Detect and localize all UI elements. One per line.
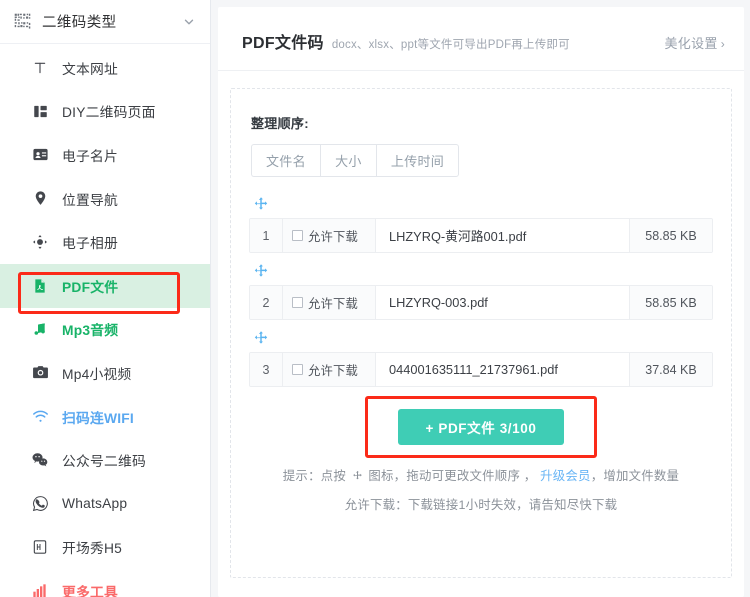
allow-download-checkbox[interactable]: 允许下载 [283, 286, 376, 319]
file-size: 58.85 KB [630, 286, 712, 319]
sidebar-item-label: DIY二维码页面 [62, 101, 156, 121]
drag-move-icon[interactable] [253, 330, 269, 346]
sidebar-header[interactable]: 二维码类型 [0, 0, 210, 44]
sidebar-item-label: 公众号二维码 [62, 450, 146, 470]
sort-by-upload-time-button[interactable]: 上传时间 [376, 144, 459, 177]
map-pin-icon [31, 190, 49, 208]
add-pdf-file-button[interactable]: + PDF文件 3/100 [398, 409, 564, 445]
sidebar-item-more-tools[interactable]: 更多工具 [0, 569, 210, 597]
sidebar-item-text-url[interactable]: 文本网址 [0, 46, 210, 90]
file-block: 2 允许下载 LHZYRQ-003.pdf 58.85 KB [249, 263, 713, 320]
wifi-icon [31, 408, 49, 426]
drag-move-icon[interactable] [253, 263, 269, 279]
sidebar-item-wechat-official[interactable]: 公众号二维码 [0, 438, 210, 482]
h5-box-icon [31, 538, 49, 556]
content-header: PDF文件码 docx、xlsx、ppt等文件可导出PDF再上传即可 美化设置› [218, 7, 744, 71]
allow-download-label: 允许下载 [308, 361, 358, 379]
sidebar-item-whatsapp[interactable]: WhatsApp [0, 482, 210, 526]
file-index: 1 [250, 219, 283, 252]
sidebar-item-label: 扫码连WIFI [62, 407, 134, 427]
sidebar-item-mp3[interactable]: Mp3音频 [0, 308, 210, 352]
sidebar-item-label: WhatsApp [62, 496, 127, 511]
camera-icon [31, 364, 49, 382]
file-name: 044001635111_21737961.pdf [376, 353, 630, 386]
text-t-icon [31, 59, 49, 77]
file-block: 1 允许下载 LHZYRQ-黄河路001.pdf 58.85 KB [249, 196, 713, 253]
id-card-icon [31, 146, 49, 164]
more-tools-icon [31, 582, 49, 597]
beautify-settings-link[interactable]: 美化设置› [665, 33, 726, 52]
hint-prefix: 提示：点按 [283, 469, 346, 483]
app-root: 二维码类型 文本网址 DIY二维码页面 [0, 0, 750, 597]
sidebar-item-business-card[interactable]: 电子名片 [0, 133, 210, 177]
sidebar-menu: 文本网址 DIY二维码页面 电子名片 位置导航 [0, 44, 210, 597]
photo-album-icon [31, 233, 49, 251]
allow-download-label: 允许下载 [308, 294, 358, 312]
sidebar-item-label: 电子相册 [62, 232, 118, 252]
chevron-right-icon: › [721, 37, 725, 51]
sidebar-item-diy-page[interactable]: DIY二维码页面 [0, 90, 210, 134]
file-size: 37.84 KB [630, 353, 712, 386]
sidebar-item-pdf[interactable]: PDF文件 [0, 264, 210, 308]
checkbox-box[interactable] [292, 230, 303, 241]
page-title: PDF文件码 [242, 29, 324, 53]
sidebar-header-title: 二维码类型 [42, 11, 182, 32]
pdf-file-icon [31, 277, 49, 295]
drag-move-icon[interactable] [253, 196, 269, 212]
upload-panel: 整理顺序: 文件名 大小 上传时间 1 [230, 88, 732, 578]
sidebar-item-location[interactable]: 位置导航 [0, 177, 210, 221]
qr-code-icon [14, 13, 31, 30]
main-content: PDF文件码 docx、xlsx、ppt等文件可导出PDF再上传即可 美化设置›… [211, 0, 750, 597]
sidebar-item-label: 位置导航 [62, 189, 118, 209]
table-row[interactable]: 2 允许下载 LHZYRQ-003.pdf 58.85 KB [249, 285, 713, 320]
sidebar-item-label: 开场秀H5 [62, 537, 122, 557]
sidebar-item-label: Mp4小视频 [62, 363, 131, 383]
hint-line-1: 提示：点按 图标，拖动可更改文件顺序 ， 升级会员，增加文件数量 [249, 466, 713, 484]
allow-download-checkbox[interactable]: 允许下载 [283, 219, 376, 252]
sidebar-item-mp4[interactable]: Mp4小视频 [0, 351, 210, 395]
sidebar-item-label: Mp3音频 [62, 319, 118, 339]
table-row[interactable]: 3 允许下载 044001635111_21737961.pdf 37.84 K… [249, 352, 713, 387]
whatsapp-icon [31, 495, 49, 513]
beautify-settings-label: 美化设置 [665, 36, 718, 51]
hint-line-2: 允许下载：下载链接1小时失效，请告知尽快下载 [249, 495, 713, 513]
file-size: 58.85 KB [630, 219, 712, 252]
hint-middle: 图标，拖动可更改文件顺序 ， [368, 469, 536, 483]
file-block: 3 允许下载 044001635111_21737961.pdf 37.84 K… [249, 330, 713, 387]
drag-move-icon-inline [352, 470, 363, 481]
sidebar-item-label: 更多工具 [62, 581, 118, 597]
sort-by-size-button[interactable]: 大小 [320, 144, 376, 177]
checkbox-box[interactable] [292, 364, 303, 375]
file-name: LHZYRQ-黄河路001.pdf [376, 219, 630, 252]
sidebar-item-label: 文本网址 [62, 58, 118, 78]
sort-by-filename-button[interactable]: 文件名 [251, 144, 320, 177]
file-index: 3 [250, 353, 283, 386]
allow-download-checkbox[interactable]: 允许下载 [283, 353, 376, 386]
upgrade-member-link[interactable]: 升级会员 [540, 469, 591, 483]
sidebar-item-wifi[interactable]: 扫码连WIFI [0, 395, 210, 439]
music-note-icon [31, 320, 49, 338]
wechat-icon [31, 451, 49, 469]
checkbox-box[interactable] [292, 297, 303, 308]
chevron-down-icon[interactable] [182, 15, 196, 29]
sidebar-item-h5-show[interactable]: 开场秀H5 [0, 526, 210, 570]
sidebar: 二维码类型 文本网址 DIY二维码页面 [0, 0, 211, 597]
sort-button-group: 文件名 大小 上传时间 [251, 144, 713, 177]
add-file-area: + PDF文件 3/100 [249, 409, 713, 445]
page-subtitle: docx、xlsx、ppt等文件可导出PDF再上传即可 [332, 36, 665, 52]
hint-suffix: ，增加文件数量 [591, 469, 679, 483]
allow-download-label: 允许下载 [308, 227, 358, 245]
file-index: 2 [250, 286, 283, 319]
layout-blocks-icon [31, 102, 49, 120]
sort-order-label: 整理顺序: [251, 113, 713, 132]
sidebar-item-photo-album[interactable]: 电子相册 [0, 220, 210, 264]
sidebar-item-label: PDF文件 [62, 276, 118, 296]
file-name: LHZYRQ-003.pdf [376, 286, 630, 319]
table-row[interactable]: 1 允许下载 LHZYRQ-黄河路001.pdf 58.85 KB [249, 218, 713, 253]
sidebar-item-label: 电子名片 [62, 145, 118, 165]
